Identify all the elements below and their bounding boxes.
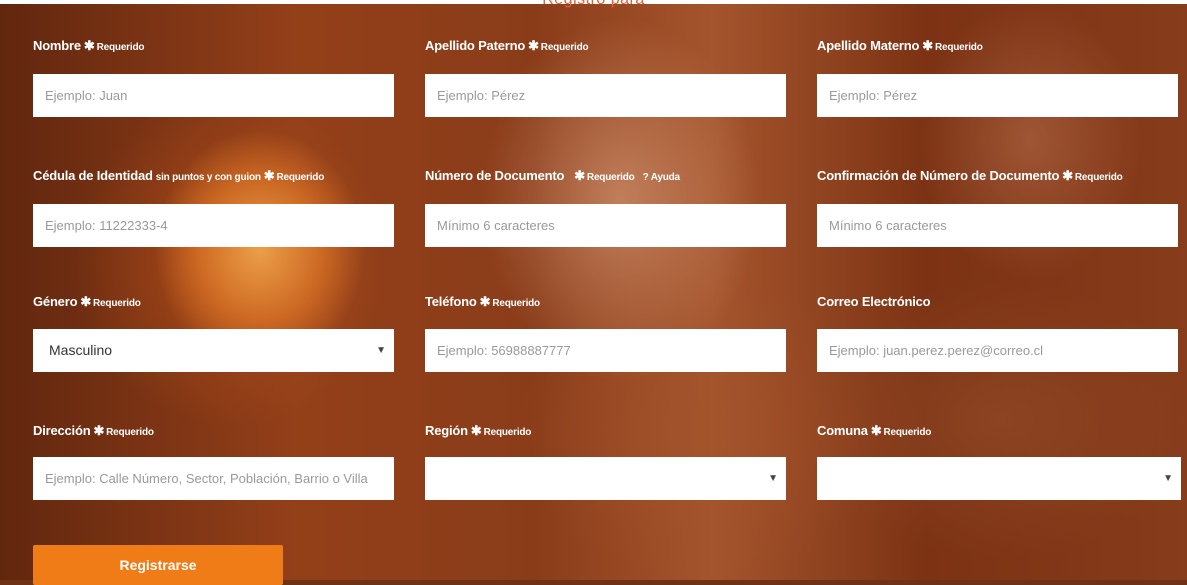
label-confirmacion-documento: Confirmación de Número de Documento ✱ Requ…: [817, 168, 1123, 183]
dropdown-caret-icon: ▼: [1163, 473, 1173, 484]
field-cedula: Cédula de Identidad sin puntos y con guio…: [33, 167, 394, 247]
required-badge: ✱ Requerido: [263, 168, 325, 183]
asterisk-icon: ✱: [470, 423, 482, 438]
field-comuna: Comuna ✱ Requerido ▼: [817, 422, 1181, 500]
asterisk-icon: ✱: [83, 38, 95, 53]
required-badge: ✱ Requerido: [470, 423, 532, 438]
asterisk-icon: ✱: [479, 294, 491, 309]
help-link[interactable]: ? Ayuda: [643, 172, 681, 183]
asterisk-icon: ✱: [528, 38, 539, 53]
asterisk-icon: ✱: [574, 168, 585, 183]
cedula-hint: sin puntos y con guion: [155, 172, 261, 183]
required-badge: ✱ Requerido: [93, 423, 154, 438]
confirmacion-documento-input[interactable]: [817, 204, 1178, 247]
genero-selected-value: Masculino: [49, 342, 113, 358]
field-apellido-paterno: Apellido Paterno ✱ Requerido: [425, 37, 786, 117]
apellido-paterno-input[interactable]: [425, 74, 786, 117]
required-badge: ✱ Requerido: [870, 423, 932, 438]
field-genero: Género ✱ Requerido Masculino ▼: [33, 293, 394, 372]
telefono-input[interactable]: [425, 329, 786, 372]
field-correo: Correo Electrónico: [817, 293, 1178, 372]
asterisk-icon: ✱: [1062, 168, 1073, 183]
field-telefono: Teléfono ✱ Requerido: [425, 293, 786, 372]
field-region: Región ✱ Requerido ▼: [425, 422, 786, 500]
label-apellido-paterno: Apellido Paterno ✱ Requerido: [425, 38, 589, 53]
asterisk-icon: ✱: [80, 294, 92, 309]
label-telefono: Teléfono ✱ Requerido: [425, 294, 541, 309]
label-correo: Correo Electrónico: [817, 294, 931, 309]
required-badge: ✱ Requerido: [922, 38, 983, 53]
label-direccion: Dirección ✱ Requerido: [33, 423, 154, 438]
label-numero-documento: Número de Documento ✱ Requerido? Ayuda: [425, 168, 681, 183]
label-nombre: Nombre ✱ Requerido: [33, 38, 145, 53]
registration-form: Nombre✱Requerido Apellido Paterno✱Requer…: [0, 0, 1187, 585]
required-badge: ✱ Requerido: [1062, 168, 1123, 183]
cedula-input[interactable]: [33, 204, 394, 247]
label-genero: Género ✱ Requerido: [33, 294, 141, 309]
asterisk-icon: ✱: [922, 38, 933, 53]
required-badge: ✱ Requerido: [83, 38, 145, 53]
field-numero-documento: Número de Documento ✱ Requerido? Ayuda: [425, 167, 786, 247]
region-select[interactable]: ▼: [425, 457, 786, 500]
label-region: Región ✱ Requerido: [425, 423, 532, 438]
direccion-input[interactable]: [33, 457, 394, 500]
field-confirmacion-documento: Confirmación de Número de Documento ✱ Requ…: [817, 167, 1178, 247]
required-badge: ✱ Requerido: [80, 294, 141, 309]
required-badge: ✱ Requerido: [479, 294, 541, 309]
field-apellido-materno: Apellido Materno ✱ Requerido: [817, 37, 1178, 117]
label-comuna: Comuna ✱ Requerido: [817, 423, 932, 438]
required-badge: ✱ Requerido: [574, 168, 635, 183]
correo-input[interactable]: [817, 329, 1178, 372]
label-cedula: Cédula de Identidad sin puntos y con guio…: [33, 168, 325, 183]
asterisk-icon: ✱: [263, 168, 275, 183]
comuna-select[interactable]: ▼: [817, 457, 1181, 500]
asterisk-icon: ✱: [93, 423, 105, 438]
field-nombre: Nombre ✱ Requerido: [33, 37, 394, 117]
nombre-input[interactable]: [33, 74, 394, 117]
field-direccion: Dirección ✱ Requerido: [33, 422, 394, 500]
genero-select[interactable]: Masculino ▼: [33, 329, 394, 372]
dropdown-caret-icon: ▼: [768, 473, 778, 484]
label-apellido-materno: Apellido Materno ✱ Requerido: [817, 38, 983, 53]
dropdown-caret-icon: ▼: [376, 345, 386, 356]
register-button[interactable]: Registrarse: [33, 545, 283, 585]
required-badge: ✱ Requerido: [528, 38, 589, 53]
asterisk-icon: ✱: [870, 423, 882, 438]
apellido-materno-input[interactable]: [817, 74, 1178, 117]
numero-documento-input[interactable]: [425, 204, 786, 247]
